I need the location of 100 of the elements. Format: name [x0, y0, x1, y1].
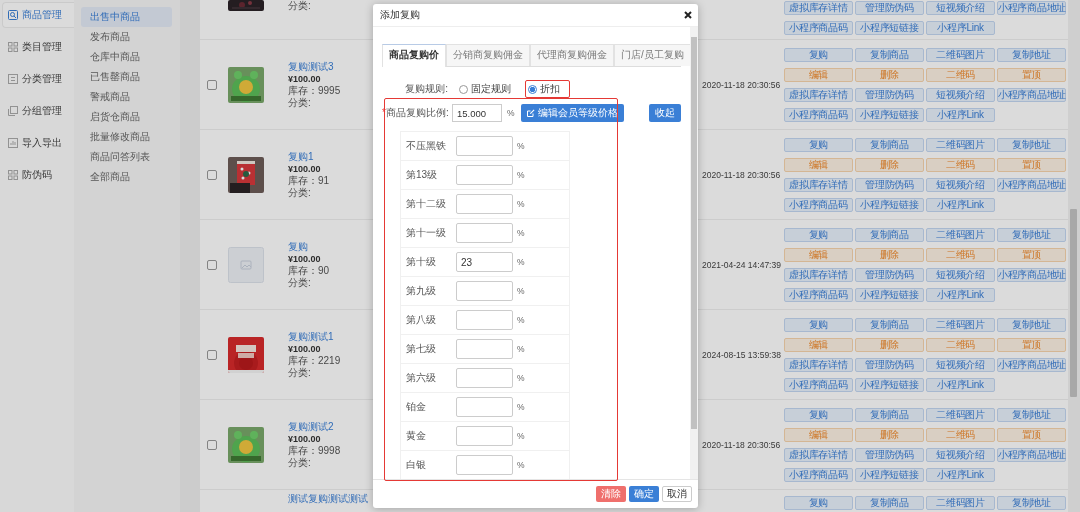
collapse-button[interactable]: 收起	[649, 104, 681, 122]
action-button[interactable]: 二维码	[926, 67, 995, 82]
tab[interactable]: 商品复购价	[382, 44, 446, 67]
action-button[interactable]: 删除	[855, 337, 924, 352]
action-button[interactable]: 复制商品	[855, 137, 924, 152]
action-button[interactable]: 小程序短链接	[855, 197, 924, 212]
action-button[interactable]: 删除	[855, 157, 924, 172]
checkbox[interactable]	[207, 259, 217, 270]
action-button[interactable]: 短视频介绍	[926, 1, 995, 15]
action-button[interactable]: 二维码图片	[926, 317, 995, 332]
action-button[interactable]: 二维码图片	[926, 137, 995, 152]
action-button[interactable]: 二维码	[926, 157, 995, 172]
action-button[interactable]: 小程序Link	[926, 21, 995, 35]
action-button[interactable]: 复制地址	[997, 407, 1066, 422]
action-button[interactable]: 虚拟库存详情	[784, 177, 853, 192]
submenu-item[interactable]: 批量修改商品	[81, 127, 172, 147]
action-button[interactable]: 小程序短链接	[855, 377, 924, 392]
action-button[interactable]: 虚拟库存详情	[784, 87, 853, 102]
action-button[interactable]: 编辑	[784, 427, 853, 442]
level-input[interactable]	[456, 223, 513, 243]
action-button[interactable]: 管理防伪码	[855, 267, 924, 282]
action-button[interactable]: 置顶	[997, 157, 1066, 172]
level-input[interactable]	[456, 397, 513, 417]
action-button[interactable]: 管理防伪码	[855, 177, 924, 192]
level-input[interactable]	[456, 165, 513, 185]
submenu-item[interactable]: 警戒商品	[81, 87, 172, 107]
action-button[interactable]: 删除	[855, 67, 924, 82]
action-button[interactable]: 复制地址	[997, 137, 1066, 152]
action-button[interactable]: 小程序商品地址	[997, 87, 1066, 102]
action-button[interactable]: 管理防伪码	[855, 447, 924, 462]
product-name-link[interactable]: 复购测试1	[288, 330, 334, 343]
action-button[interactable]: 置顶	[997, 67, 1066, 82]
action-button[interactable]: 二维码图片	[926, 47, 995, 62]
action-button[interactable]: 复制商品	[855, 317, 924, 332]
action-button[interactable]: 小程序Link	[926, 197, 995, 212]
submenu-item[interactable]: 启货仓商品	[81, 107, 172, 127]
action-button[interactable]: 小程序Link	[926, 287, 995, 302]
action-button[interactable]: 小程序短链接	[855, 107, 924, 122]
action-button[interactable]: 复购	[784, 137, 853, 152]
action-button[interactable]: 小程序商品码	[784, 467, 853, 482]
level-input[interactable]	[456, 368, 513, 388]
action-button[interactable]: 小程序短链接	[855, 467, 924, 482]
action-button[interactable]: 小程序商品码	[784, 107, 853, 122]
action-button[interactable]: 复制地址	[997, 317, 1066, 332]
action-button[interactable]: 小程序商品地址	[997, 357, 1066, 372]
action-button[interactable]: 二维码	[926, 247, 995, 262]
tab[interactable]: 分销商复购佣金	[446, 44, 530, 66]
action-button[interactable]: 复制商品	[855, 496, 924, 510]
dialog-button[interactable]: 确定	[629, 486, 659, 502]
action-button[interactable]: 置顶	[997, 247, 1066, 262]
submenu-item[interactable]: 出售中商品	[81, 7, 172, 27]
action-button[interactable]: 小程序短链接	[855, 287, 924, 302]
action-button[interactable]: 管理防伪码	[855, 357, 924, 372]
edit-button[interactable]: 编辑会员等级价格	[520, 104, 624, 122]
product-name-link[interactable]: 复购	[288, 240, 308, 253]
action-button[interactable]: 删除	[855, 247, 924, 262]
nav-item[interactable]: 分组管理	[3, 99, 74, 123]
action-button[interactable]: 复购	[784, 496, 853, 510]
action-button[interactable]: 管理防伪码	[855, 87, 924, 102]
submenu-item[interactable]: 商品问答列表	[81, 147, 172, 167]
dialog-button[interactable]: 取消	[662, 486, 692, 502]
submenu-item[interactable]: 已售罄商品	[81, 67, 172, 87]
action-button[interactable]: 复购	[784, 317, 853, 332]
dialog-button[interactable]: 清除	[596, 486, 626, 502]
action-button[interactable]: 小程序短链接	[855, 21, 924, 35]
action-button[interactable]: 虚拟库存详情	[784, 267, 853, 282]
action-button[interactable]: 二维码	[926, 427, 995, 442]
radio-option[interactable]: 折扣	[525, 80, 570, 98]
action-button[interactable]: 小程序商品地址	[997, 1, 1066, 15]
product-name-link[interactable]: 测试复购测试测试	[288, 493, 368, 505]
action-button[interactable]: 编辑	[784, 67, 853, 82]
action-button[interactable]: 置顶	[997, 427, 1066, 442]
action-button[interactable]: 二维码	[926, 337, 995, 352]
checkbox[interactable]	[207, 349, 217, 360]
nav-item[interactable]: 类目管理	[3, 35, 74, 59]
submenu-item[interactable]: 全部商品	[81, 167, 172, 187]
action-button[interactable]: 复购	[784, 47, 853, 62]
action-button[interactable]: 二维码图片	[926, 496, 995, 510]
level-input[interactable]	[456, 455, 513, 475]
level-input[interactable]	[456, 426, 513, 446]
tab[interactable]: 代理商复购佣金	[530, 44, 614, 66]
level-input[interactable]	[456, 194, 513, 214]
product-name-link[interactable]: 复购测试3	[288, 60, 334, 73]
scrollbar[interactable]	[690, 27, 698, 479]
action-button[interactable]: 短视频介绍	[926, 357, 995, 372]
action-button[interactable]: 小程序商品地址	[997, 447, 1066, 462]
nav-item[interactable]: 导入导出	[3, 131, 74, 155]
submenu-item[interactable]: 发布商品	[81, 27, 172, 47]
action-button[interactable]: 复制地址	[997, 496, 1066, 510]
action-button[interactable]: 置顶	[997, 337, 1066, 352]
action-button[interactable]: 复制地址	[997, 227, 1066, 242]
action-button[interactable]: 复制商品	[855, 227, 924, 242]
action-button[interactable]: 虚拟库存详情	[784, 1, 853, 15]
level-input[interactable]	[456, 136, 513, 156]
action-button[interactable]: 小程序Link	[926, 467, 995, 482]
action-button[interactable]: 小程序Link	[926, 107, 995, 122]
ratio-input[interactable]: 15.000	[452, 104, 502, 122]
action-button[interactable]: 复购	[784, 227, 853, 242]
level-input[interactable]	[456, 339, 513, 359]
action-button[interactable]: 复购	[784, 407, 853, 422]
